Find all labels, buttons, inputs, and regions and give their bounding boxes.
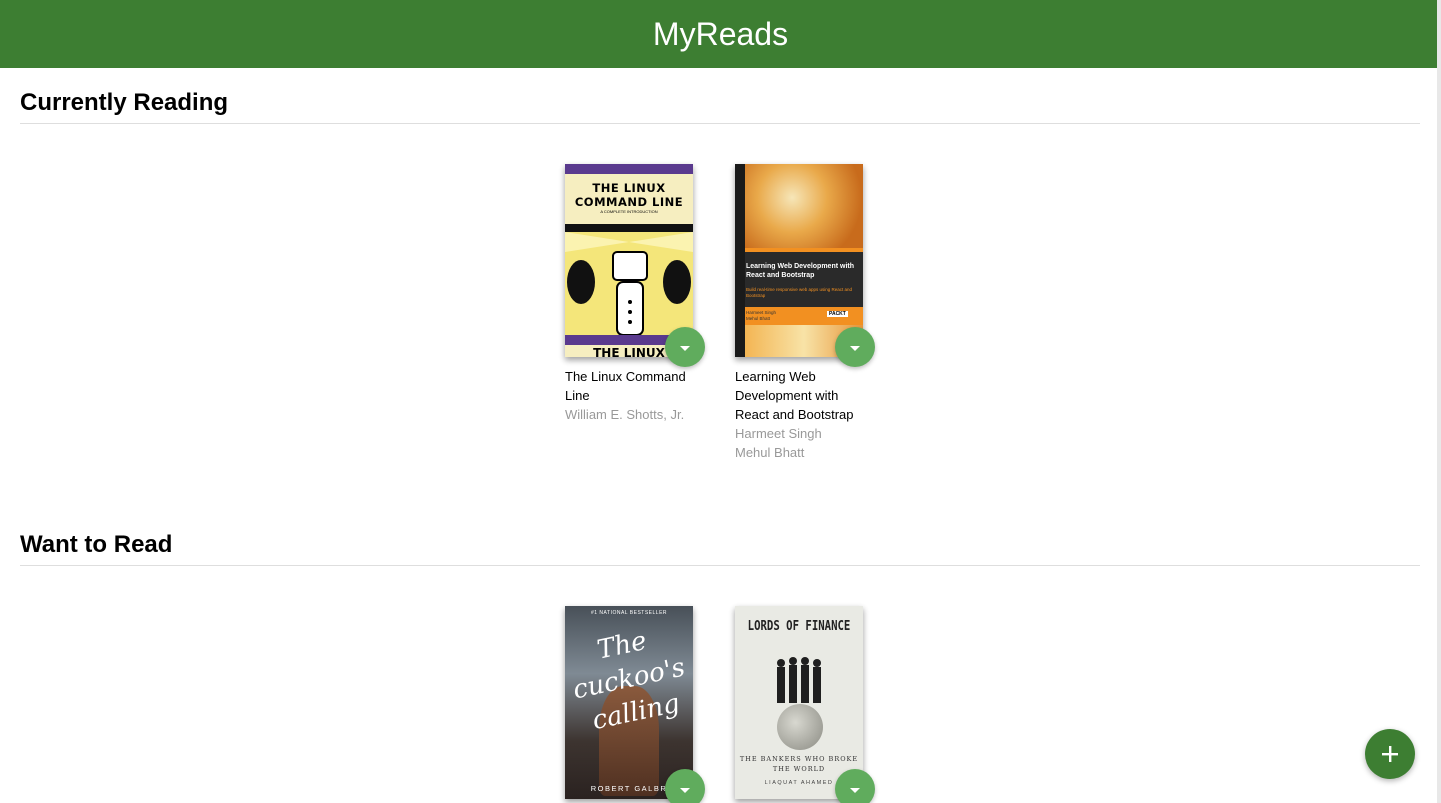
cover-authors: Harmeet Singh Mehul Bhatt <box>746 310 777 321</box>
cover-spine <box>735 164 745 357</box>
publisher-logo: PACKT <box>827 311 848 317</box>
cover-band <box>565 164 693 174</box>
caret-down-icon <box>680 345 690 351</box>
cover-illustration <box>565 232 693 335</box>
book-item: LORDS OF FINANCE THE BANKERS WHO BROKE T… <box>735 606 875 803</box>
cover-band <box>565 224 693 232</box>
cover-title: The cuckoo's calling <box>570 625 688 737</box>
book-cover[interactable]: #1 NATIONAL BESTSELLER The cuckoo's call… <box>565 606 693 799</box>
app-header: MyReads <box>0 0 1441 68</box>
book-title: Learning Web Development with React and … <box>735 369 854 422</box>
cover-subtitle: Build real-time responsive web apps usin… <box>746 287 853 298</box>
book-cover[interactable]: LORDS OF FINANCE THE BANKERS WHO BROKE T… <box>735 606 863 799</box>
shelf-changer-button[interactable] <box>835 769 875 803</box>
scrollbar[interactable] <box>1437 0 1441 803</box>
books-grid: THE LINUX COMMAND LINE A COMPLETE INTROD… <box>565 164 905 462</box>
shelf-changer-button[interactable] <box>835 327 875 367</box>
cover-title: Learning Web Development with React and … <box>746 263 854 279</box>
books-grid: #1 NATIONAL BESTSELLER The cuckoo's call… <box>565 606 905 803</box>
book-item: THE LINUX COMMAND LINE A COMPLETE INTROD… <box>565 164 705 462</box>
cover-stripe <box>745 248 863 252</box>
book-author: William E. Shotts, Jr. <box>565 407 685 422</box>
book-title: The Linux Command Line <box>565 369 686 403</box>
caret-down-icon <box>850 345 860 351</box>
bookshelf-currently-reading: Currently Reading THE LINUX COMMAND LINE… <box>20 88 1420 460</box>
book-author: Harmeet Singh <box>735 426 822 441</box>
caret-down-icon <box>680 787 690 793</box>
cover-title: THE LINUX COMMAND LINE <box>574 181 684 209</box>
cover-title: LORDS OF FINANCE <box>747 619 851 634</box>
book-author: Mehul Bhatt <box>735 445 805 460</box>
cover-photo <box>745 164 863 248</box>
shelf-title: Currently Reading <box>20 88 1420 124</box>
bookshelf-want-to-read: Want to Read #1 NATIONAL BESTSELLER The … <box>20 530 1420 803</box>
shelf-changer-button[interactable] <box>665 769 705 803</box>
cover-subtitle: A COMPLETE INTRODUCTION <box>600 209 658 214</box>
shelf-title: Want to Read <box>20 530 1420 566</box>
cover-illustration <box>777 657 821 703</box>
book-item: #1 NATIONAL BESTSELLER The cuckoo's call… <box>565 606 705 803</box>
app-title: MyReads <box>652 15 789 52</box>
shelf-changer-button[interactable] <box>665 327 705 367</box>
add-book-button[interactable] <box>1365 729 1415 779</box>
book-cover[interactable]: Learning Web Development with React and … <box>735 164 863 357</box>
cover-badge: #1 NATIONAL BESTSELLER <box>590 610 668 616</box>
book-cover[interactable]: THE LINUX COMMAND LINE A COMPLETE INTROD… <box>565 164 693 357</box>
book-item: Learning Web Development with React and … <box>735 164 875 462</box>
plus-icon <box>1382 746 1398 762</box>
cover-globe <box>777 704 823 750</box>
caret-down-icon <box>850 787 860 793</box>
